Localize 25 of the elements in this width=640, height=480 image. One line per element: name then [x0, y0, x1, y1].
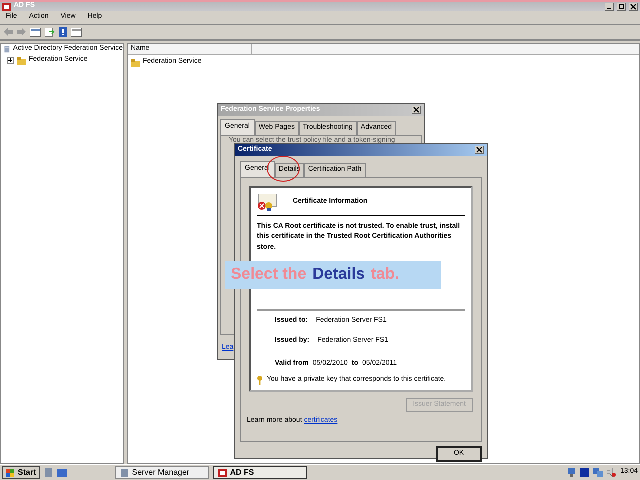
connection-icon[interactable]: [593, 468, 604, 477]
close-icon[interactable]: [475, 146, 484, 154]
view-icon[interactable]: [71, 28, 82, 36]
speaker-muted-icon[interactable]: [607, 468, 616, 477]
certificate-icon: [257, 194, 277, 210]
close-icon[interactable]: [629, 2, 638, 10]
caption-text: Select the: [231, 265, 307, 285]
windows-logo-icon: [6, 468, 14, 476]
close-icon[interactable]: [412, 106, 421, 114]
caption-keyword: Details: [312, 265, 366, 285]
console-tree-icon[interactable]: [30, 28, 41, 36]
desktop-icon[interactable]: [57, 468, 68, 476]
taskbar-button[interactable]: AD FS: [213, 466, 308, 479]
folder-icon: [131, 58, 140, 66]
caption-text: tab.: [371, 265, 400, 285]
start-button[interactable]: Start: [2, 466, 40, 479]
minimize-icon[interactable]: [605, 2, 614, 10]
network-icon[interactable]: [567, 468, 576, 477]
restore-icon[interactable]: [617, 2, 626, 10]
taskbar-button[interactable]: Server Manager: [115, 466, 210, 479]
help-icon[interactable]: [59, 27, 67, 37]
expand-icon[interactable]: [7, 57, 14, 64]
folder-icon: [17, 56, 26, 64]
export-icon[interactable]: [45, 28, 55, 36]
key-icon: [257, 376, 263, 385]
